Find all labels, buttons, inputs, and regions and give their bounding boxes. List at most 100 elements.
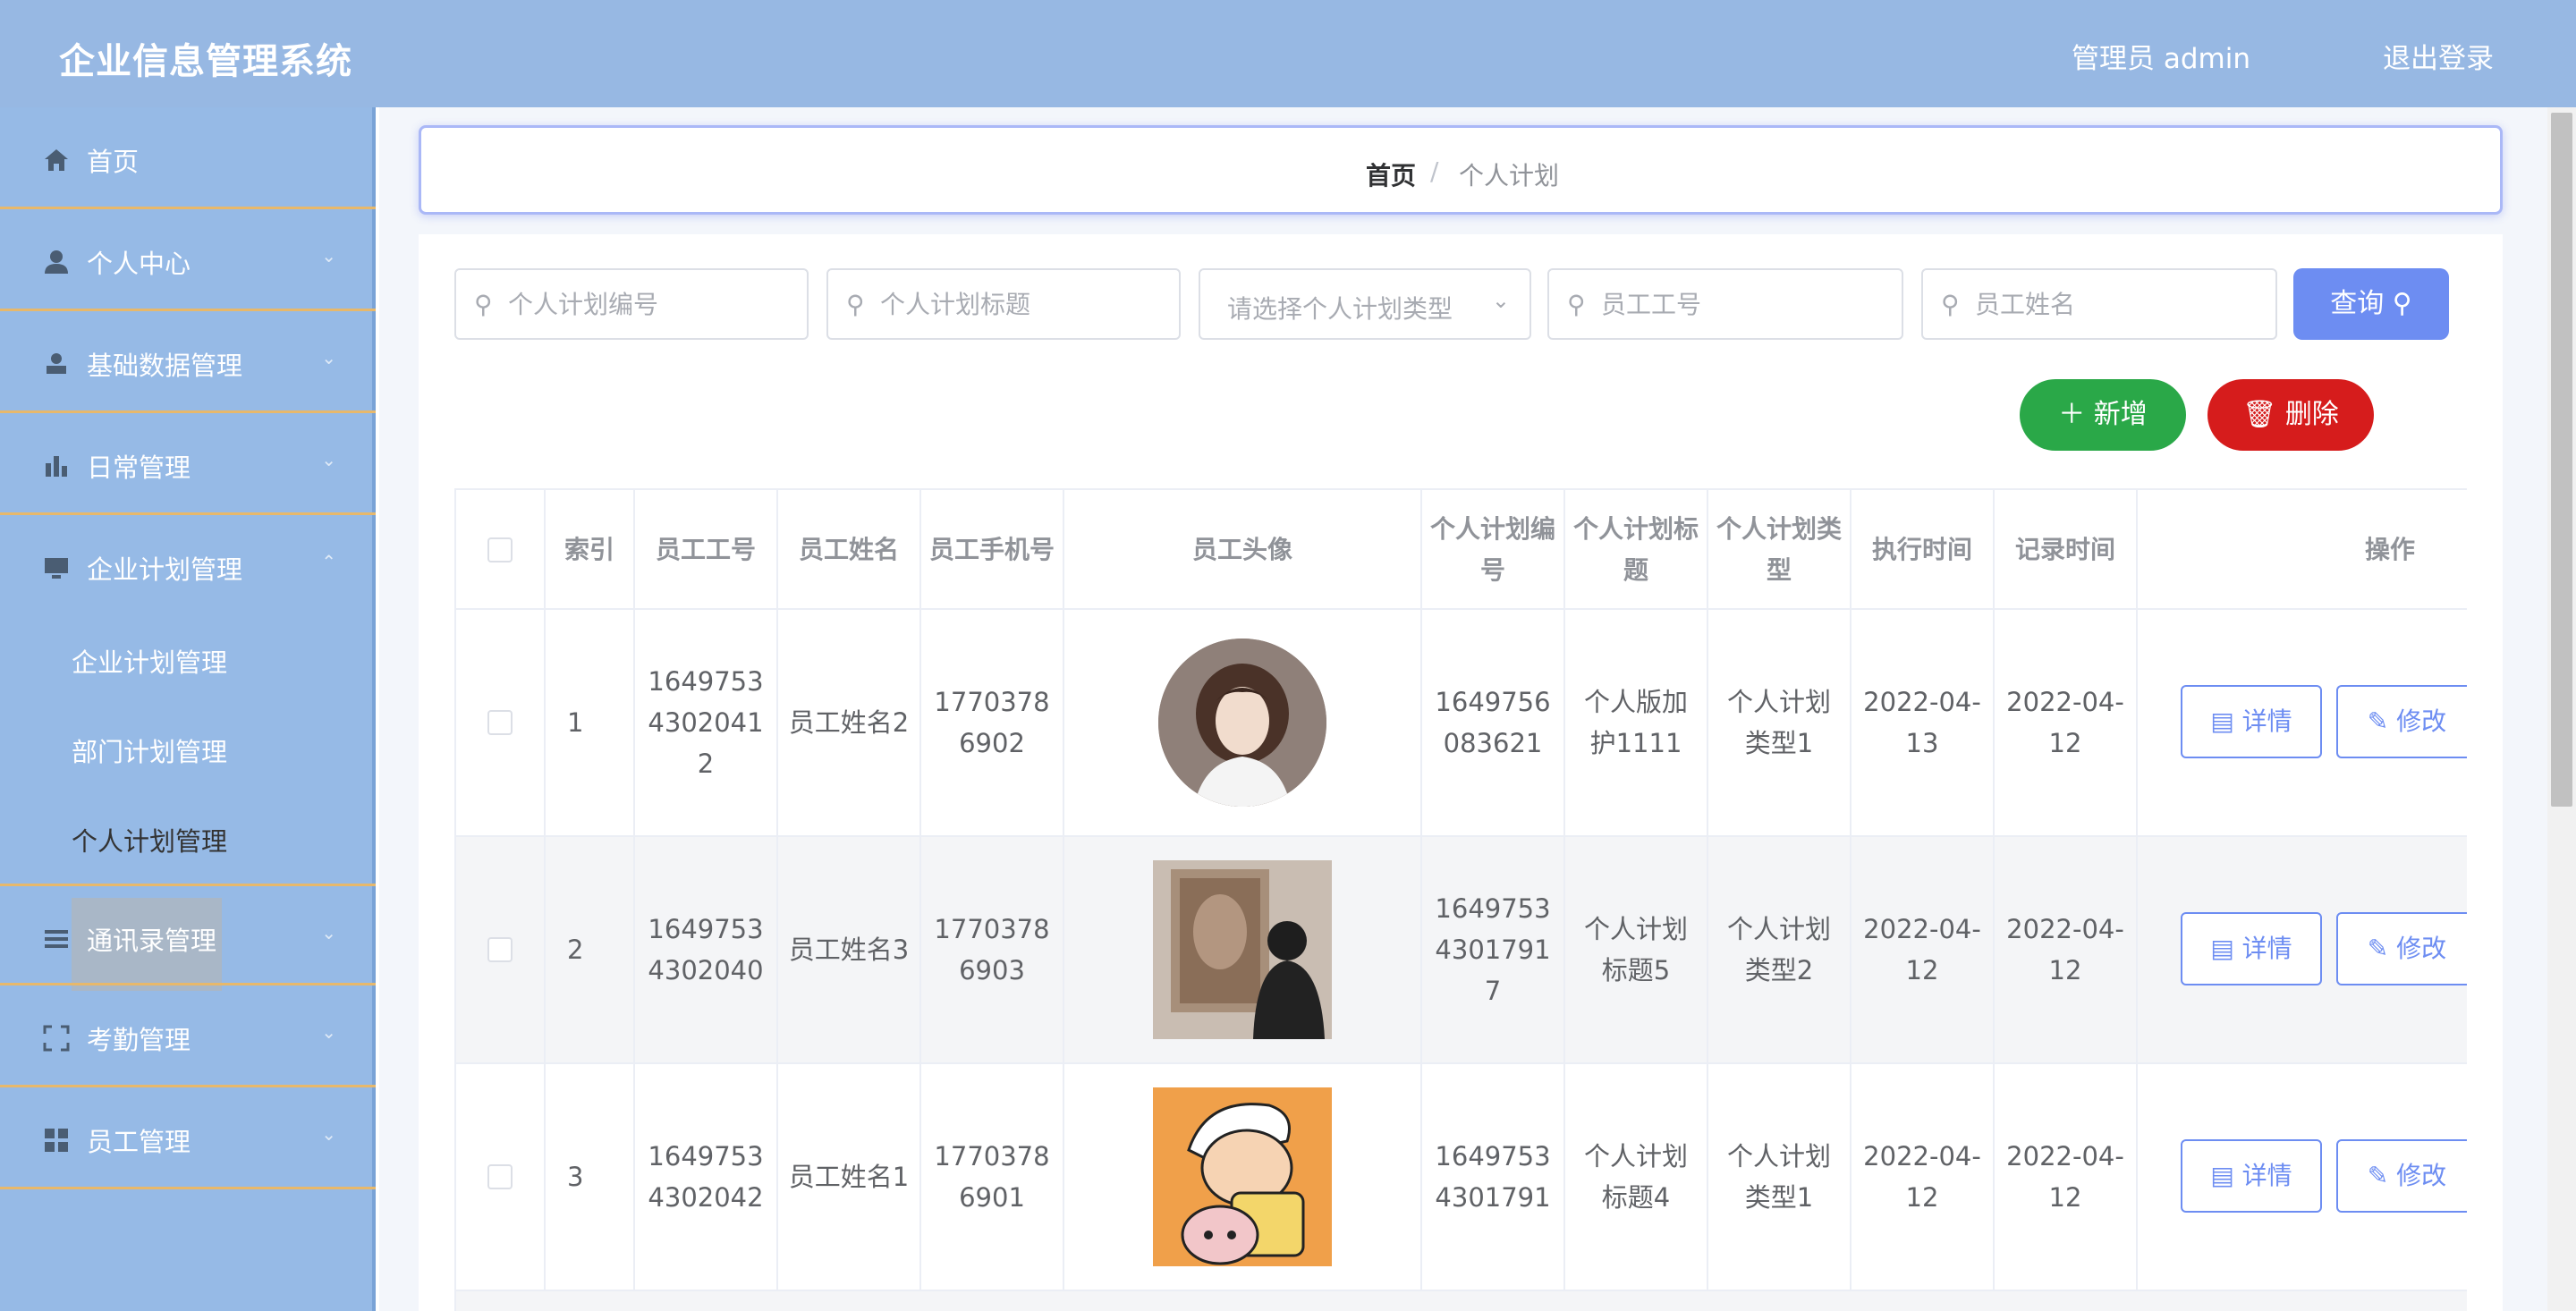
user-icon <box>43 249 70 275</box>
plan-type-placeholder: 请选择个人计划类型 <box>1227 294 1453 324</box>
cell-phone: 17703786903 <box>921 837 1064 1062</box>
avatar[interactable] <box>1153 1087 1332 1266</box>
edit-label: 修改 <box>2396 706 2447 736</box>
cell-avatar <box>1064 1064 1422 1290</box>
sidebar-item-label: 首页 <box>87 147 140 177</box>
current-user[interactable]: 管理员 admin <box>2072 36 2250 76</box>
col-avatar: 员工头像 <box>1064 490 1422 610</box>
document-icon: ▤ <box>2210 1161 2242 1190</box>
cell-actions: ▤ 详情 ✎ 修改 <box>2138 610 2467 835</box>
sidebar-item-label: 员工管理 <box>87 1127 191 1157</box>
grid-icon <box>43 1127 70 1154</box>
chevron-down-icon: ⌄ <box>321 245 336 266</box>
col-actions: 操作 <box>2364 535 2415 564</box>
emp-no-search: ⚲ <box>1547 268 1903 340</box>
top-header: 企业信息管理系统 管理员 admin 退出登录 <box>0 0 2576 107</box>
detail-button[interactable]: ▤ 详情 <box>2181 1139 2322 1213</box>
avatar[interactable] <box>1153 860 1332 1039</box>
cell-emp-no: 16497534302041 2 <box>635 610 778 835</box>
cell-plan-type: 个人计划类型1 <box>1708 1064 1852 1290</box>
col-plan-type: 个人计划类型 <box>1708 490 1852 610</box>
cell-record-time: 2022-04-12 <box>1995 837 2138 1062</box>
query-button[interactable]: 查询 ⚲ <box>2293 268 2449 340</box>
cell-plan-no: 16497534301791 7 <box>1422 837 1565 1062</box>
breadcrumb-home[interactable]: 首页 <box>1366 156 1416 192</box>
cell-exec-time: 2022-04-12 <box>1852 1064 1995 1290</box>
select-all-cell <box>456 490 546 610</box>
cell-exec-time: 2022-04-13 <box>1852 610 1995 835</box>
search-icon: ⚲ <box>846 290 865 319</box>
sidebar-item-label: 考勤管理 <box>87 1025 191 1055</box>
sidebar-item-basic-data[interactable]: 基础数据管理 ⌄ <box>0 311 376 413</box>
bar-chart-icon <box>43 453 70 479</box>
sidebar-item-home[interactable]: 首页 <box>0 107 376 209</box>
plan-no-input[interactable] <box>508 283 787 326</box>
trash-icon: 🗑 <box>2242 399 2285 430</box>
row-select-cell <box>456 1064 546 1290</box>
col-record-time: 记录时间 <box>1995 490 2138 610</box>
cell-plan-title: 个人版加护1111 <box>1565 610 1708 835</box>
search-icon: ⚲ <box>1567 290 1586 319</box>
submenu-department-plan[interactable]: 部门计划管理 <box>72 732 227 769</box>
submenu-personal-plan[interactable]: 个人计划管理 <box>72 821 227 858</box>
cell-actions: ▤ 详情 ✎ 修改 <box>2138 1064 2467 1290</box>
cell-record-time: 2022-04-12 <box>1995 1064 2138 1290</box>
sidebar-item-personal-center[interactable]: 个人中心 ⌄ <box>0 209 376 311</box>
edit-icon: ✎ <box>2367 1161 2397 1190</box>
submenu-enterprise-plan[interactable]: 企业计划管理 <box>72 642 227 680</box>
sidebar-item-attendance[interactable]: 考勤管理 ⌄ <box>0 985 376 1087</box>
avatar[interactable] <box>1158 639 1326 807</box>
col-index: 索引 <box>546 490 635 610</box>
cell-plan-no: 16497534301791 <box>1422 1064 1565 1290</box>
edit-button[interactable]: ✎ 修改 <box>2336 1139 2467 1213</box>
app-title: 企业信息管理系统 <box>59 41 352 82</box>
edit-label: 修改 <box>2396 1161 2447 1190</box>
cell-phone: 17703786901 <box>921 1064 1064 1290</box>
document-icon: ▤ <box>2210 706 2242 736</box>
edit-icon: ✎ <box>2367 934 2397 963</box>
row-select-cell <box>456 837 546 1062</box>
col-emp-name: 员工姓名 <box>778 490 921 610</box>
row-checkbox[interactable] <box>487 710 513 735</box>
sidebar: 首页 个人中心 ⌄ 基础数据管理 ⌄ 日常管理 ⌄ 企业计划管理 ⌃ 企业计划管… <box>0 107 376 1311</box>
chevron-down-icon: ⌄ <box>321 922 336 943</box>
chevron-up-icon: ⌃ <box>321 551 336 572</box>
delete-button[interactable]: 🗑 删除 <box>2207 379 2374 451</box>
plan-title-input[interactable] <box>880 283 1159 326</box>
breadcrumb: 首页 / 个人计划 <box>419 125 2503 215</box>
logout-link[interactable]: 退出登录 <box>2383 36 2494 76</box>
emp-no-input[interactable] <box>1601 283 1882 326</box>
emp-name-input[interactable] <box>1975 283 2256 326</box>
add-button[interactable]: ＋ 新增 <box>2020 379 2186 451</box>
cell-record-time: 2022-04-12 <box>1995 610 2138 835</box>
col-emp-no: 员工工号 <box>635 490 778 610</box>
detail-label: 详情 <box>2241 706 2292 736</box>
sidebar-item-enterprise-plan[interactable]: 企业计划管理 ⌃ <box>0 515 376 617</box>
user-icon <box>43 351 70 377</box>
sidebar-item-label: 基础数据管理 <box>87 351 243 381</box>
cell-emp-name: 员工姓名1 <box>778 1064 921 1290</box>
detail-button[interactable]: ▤ 详情 <box>2181 912 2322 985</box>
sidebar-item-label: 企业计划管理 <box>87 554 243 585</box>
sidebar-item-employees[interactable]: 员工管理 ⌄ <box>0 1087 376 1189</box>
row-checkbox[interactable] <box>487 1164 513 1189</box>
detail-button[interactable]: ▤ 详情 <box>2181 685 2322 758</box>
emp-name-search: ⚲ <box>1921 268 2277 340</box>
plan-type-select[interactable]: 请选择个人计划类型 ⌄ <box>1199 268 1531 340</box>
edit-icon: ✎ <box>2367 706 2397 736</box>
cell-phone: 17703786902 <box>921 610 1064 835</box>
select-all-checkbox[interactable] <box>487 537 513 562</box>
row-checkbox[interactable] <box>487 937 513 962</box>
sidebar-item-label: 个人中心 <box>87 249 191 279</box>
edit-button[interactable]: ✎ 修改 <box>2336 685 2467 758</box>
cell-index: 1 <box>546 610 635 835</box>
cell-emp-name: 员工姓名2 <box>778 610 921 835</box>
cell-exec-time: 2022-04-12 <box>1852 837 1995 1062</box>
edit-button[interactable]: ✎ 修改 <box>2336 912 2467 985</box>
plus-icon: ＋ <box>2058 399 2094 430</box>
sidebar-item-daily[interactable]: 日常管理 ⌄ <box>0 413 376 515</box>
table-row: 1 16497534302041 2 员工姓名2 17703786902 164… <box>456 610 2467 837</box>
sidebar-item-contacts[interactable]: 通讯录管理 ⌄ <box>0 884 376 985</box>
sidebar-item-label: 通讯录管理 <box>87 926 217 956</box>
scrollbar-thumb[interactable] <box>2551 113 2572 807</box>
